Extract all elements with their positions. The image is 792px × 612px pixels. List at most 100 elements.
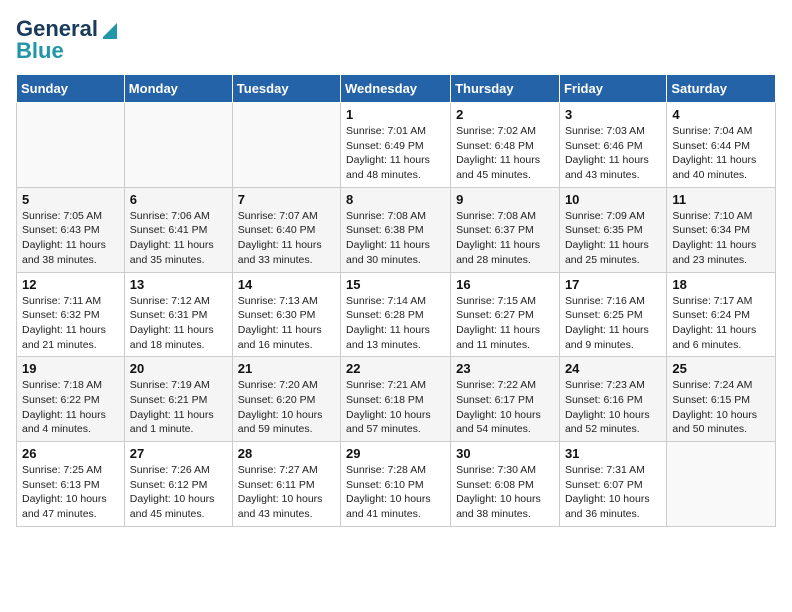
calendar-cell: 12 Sunrise: 7:11 AM Sunset: 6:32 PM Dayli…: [17, 272, 125, 357]
day-info: Sunrise: 7:30 AM Sunset: 6:08 PM Dayligh…: [456, 463, 554, 522]
calendar-cell: 10 Sunrise: 7:09 AM Sunset: 6:35 PM Dayli…: [559, 187, 666, 272]
day-number: 21: [238, 361, 335, 376]
day-number: 19: [22, 361, 119, 376]
day-info: Sunrise: 7:19 AM Sunset: 6:21 PM Dayligh…: [130, 378, 227, 437]
day-number: 24: [565, 361, 661, 376]
day-number: 9: [456, 192, 554, 207]
day-number: 8: [346, 192, 445, 207]
day-info: Sunrise: 7:22 AM Sunset: 6:17 PM Dayligh…: [456, 378, 554, 437]
day-number: 25: [672, 361, 770, 376]
day-info: Sunrise: 7:15 AM Sunset: 6:27 PM Dayligh…: [456, 294, 554, 353]
week-row-5: 26 Sunrise: 7:25 AM Sunset: 6:13 PM Dayli…: [17, 442, 776, 527]
day-number: 11: [672, 192, 770, 207]
calendar-cell: 25Sunrise: 7:24 AM Sunset: 6:15 PM Dayli…: [667, 357, 776, 442]
calendar-cell: 2 Sunrise: 7:02 AM Sunset: 6:48 PM Daylig…: [451, 103, 560, 188]
day-info: Sunrise: 7:10 AM Sunset: 6:34 PM Dayligh…: [672, 209, 770, 268]
calendar-cell: 26 Sunrise: 7:25 AM Sunset: 6:13 PM Dayli…: [17, 442, 125, 527]
calendar-cell: [124, 103, 232, 188]
day-info: Sunrise: 7:02 AM Sunset: 6:48 PM Dayligh…: [456, 124, 554, 183]
week-row-4: 19 Sunrise: 7:18 AM Sunset: 6:22 PM Dayli…: [17, 357, 776, 442]
calendar-body: 1 Sunrise: 7:01 AM Sunset: 6:49 PM Daylig…: [17, 103, 776, 527]
calendar-cell: 16Sunrise: 7:15 AM Sunset: 6:27 PM Dayli…: [451, 272, 560, 357]
day-info: Sunrise: 7:14 AM Sunset: 6:28 PM Dayligh…: [346, 294, 445, 353]
header-monday: Monday: [124, 75, 232, 103]
day-info: Sunrise: 7:03 AM Sunset: 6:46 PM Dayligh…: [565, 124, 661, 183]
logo-blue: Blue: [16, 38, 64, 64]
calendar-cell: 17 Sunrise: 7:16 AM Sunset: 6:25 PM Dayli…: [559, 272, 666, 357]
day-number: 26: [22, 446, 119, 461]
calendar-cell: 14 Sunrise: 7:13 AM Sunset: 6:30 PM Dayli…: [232, 272, 340, 357]
day-number: 3: [565, 107, 661, 122]
day-info: Sunrise: 7:18 AM Sunset: 6:22 PM Dayligh…: [22, 378, 119, 437]
calendar-cell: 21Sunrise: 7:20 AM Sunset: 6:20 PM Dayli…: [232, 357, 340, 442]
calendar-cell: 28 Sunrise: 7:27 AM Sunset: 6:11 PM Dayli…: [232, 442, 340, 527]
day-number: 22: [346, 361, 445, 376]
day-info: Sunrise: 7:23 AM Sunset: 6:16 PM Dayligh…: [565, 378, 661, 437]
header-tuesday: Tuesday: [232, 75, 340, 103]
day-number: 28: [238, 446, 335, 461]
day-info: Sunrise: 7:08 AM Sunset: 6:38 PM Dayligh…: [346, 209, 445, 268]
day-number: 30: [456, 446, 554, 461]
week-row-1: 1 Sunrise: 7:01 AM Sunset: 6:49 PM Daylig…: [17, 103, 776, 188]
day-number: 2: [456, 107, 554, 122]
calendar-cell: [667, 442, 776, 527]
day-info: Sunrise: 7:01 AM Sunset: 6:49 PM Dayligh…: [346, 124, 445, 183]
day-number: 4: [672, 107, 770, 122]
day-info: Sunrise: 7:28 AM Sunset: 6:10 PM Dayligh…: [346, 463, 445, 522]
header-friday: Friday: [559, 75, 666, 103]
calendar-cell: 5Sunrise: 7:05 AM Sunset: 6:43 PM Daylig…: [17, 187, 125, 272]
calendar-cell: 13 Sunrise: 7:12 AM Sunset: 6:31 PM Dayli…: [124, 272, 232, 357]
day-number: 15: [346, 277, 445, 292]
calendar-cell: 6 Sunrise: 7:06 AM Sunset: 6:41 PM Daylig…: [124, 187, 232, 272]
day-info: Sunrise: 7:25 AM Sunset: 6:13 PM Dayligh…: [22, 463, 119, 522]
day-info: Sunrise: 7:21 AM Sunset: 6:18 PM Dayligh…: [346, 378, 445, 437]
day-number: 27: [130, 446, 227, 461]
calendar-cell: 30 Sunrise: 7:30 AM Sunset: 6:08 PM Dayli…: [451, 442, 560, 527]
day-info: Sunrise: 7:13 AM Sunset: 6:30 PM Dayligh…: [238, 294, 335, 353]
calendar-cell: 23 Sunrise: 7:22 AM Sunset: 6:17 PM Dayli…: [451, 357, 560, 442]
calendar-cell: 31Sunrise: 7:31 AM Sunset: 6:07 PM Dayli…: [559, 442, 666, 527]
day-number: 14: [238, 277, 335, 292]
calendar-cell: 24 Sunrise: 7:23 AM Sunset: 6:16 PM Dayli…: [559, 357, 666, 442]
day-info: Sunrise: 7:16 AM Sunset: 6:25 PM Dayligh…: [565, 294, 661, 353]
day-info: Sunrise: 7:11 AM Sunset: 6:32 PM Dayligh…: [22, 294, 119, 353]
day-number: 7: [238, 192, 335, 207]
day-number: 17: [565, 277, 661, 292]
day-info: Sunrise: 7:12 AM Sunset: 6:31 PM Dayligh…: [130, 294, 227, 353]
header-thursday: Thursday: [451, 75, 560, 103]
calendar-cell: 27 Sunrise: 7:26 AM Sunset: 6:12 PM Dayli…: [124, 442, 232, 527]
day-number: 23: [456, 361, 554, 376]
day-info: Sunrise: 7:31 AM Sunset: 6:07 PM Dayligh…: [565, 463, 661, 522]
day-number: 5: [22, 192, 119, 207]
day-info: Sunrise: 7:06 AM Sunset: 6:41 PM Dayligh…: [130, 209, 227, 268]
day-number: 6: [130, 192, 227, 207]
day-info: Sunrise: 7:07 AM Sunset: 6:40 PM Dayligh…: [238, 209, 335, 268]
day-info: Sunrise: 7:08 AM Sunset: 6:37 PM Dayligh…: [456, 209, 554, 268]
week-row-3: 12 Sunrise: 7:11 AM Sunset: 6:32 PM Dayli…: [17, 272, 776, 357]
header-saturday: Saturday: [667, 75, 776, 103]
day-number: 12: [22, 277, 119, 292]
day-number: 1: [346, 107, 445, 122]
day-number: 10: [565, 192, 661, 207]
calendar-cell: 15 Sunrise: 7:14 AM Sunset: 6:28 PM Dayli…: [341, 272, 451, 357]
day-number: 13: [130, 277, 227, 292]
logo-icon: [99, 19, 121, 39]
day-info: Sunrise: 7:26 AM Sunset: 6:12 PM Dayligh…: [130, 463, 227, 522]
calendar-cell: 3 Sunrise: 7:03 AM Sunset: 6:46 PM Daylig…: [559, 103, 666, 188]
day-info: Sunrise: 7:09 AM Sunset: 6:35 PM Dayligh…: [565, 209, 661, 268]
logo: General Blue: [16, 16, 121, 64]
calendar-cell: [232, 103, 340, 188]
calendar-header-row: SundayMondayTuesdayWednesdayThursdayFrid…: [17, 75, 776, 103]
calendar-cell: 18Sunrise: 7:17 AM Sunset: 6:24 PM Dayli…: [667, 272, 776, 357]
calendar-cell: 11 Sunrise: 7:10 AM Sunset: 6:34 PM Dayli…: [667, 187, 776, 272]
day-number: 29: [346, 446, 445, 461]
calendar-cell: 29 Sunrise: 7:28 AM Sunset: 6:10 PM Dayli…: [341, 442, 451, 527]
header-sunday: Sunday: [17, 75, 125, 103]
calendar-cell: 9 Sunrise: 7:08 AM Sunset: 6:37 PM Daylig…: [451, 187, 560, 272]
calendar-table: SundayMondayTuesdayWednesdayThursdayFrid…: [16, 74, 776, 527]
day-number: 20: [130, 361, 227, 376]
calendar-cell: 1 Sunrise: 7:01 AM Sunset: 6:49 PM Daylig…: [341, 103, 451, 188]
day-info: Sunrise: 7:27 AM Sunset: 6:11 PM Dayligh…: [238, 463, 335, 522]
calendar-cell: 19 Sunrise: 7:18 AM Sunset: 6:22 PM Dayli…: [17, 357, 125, 442]
page-header: General Blue: [16, 16, 776, 64]
